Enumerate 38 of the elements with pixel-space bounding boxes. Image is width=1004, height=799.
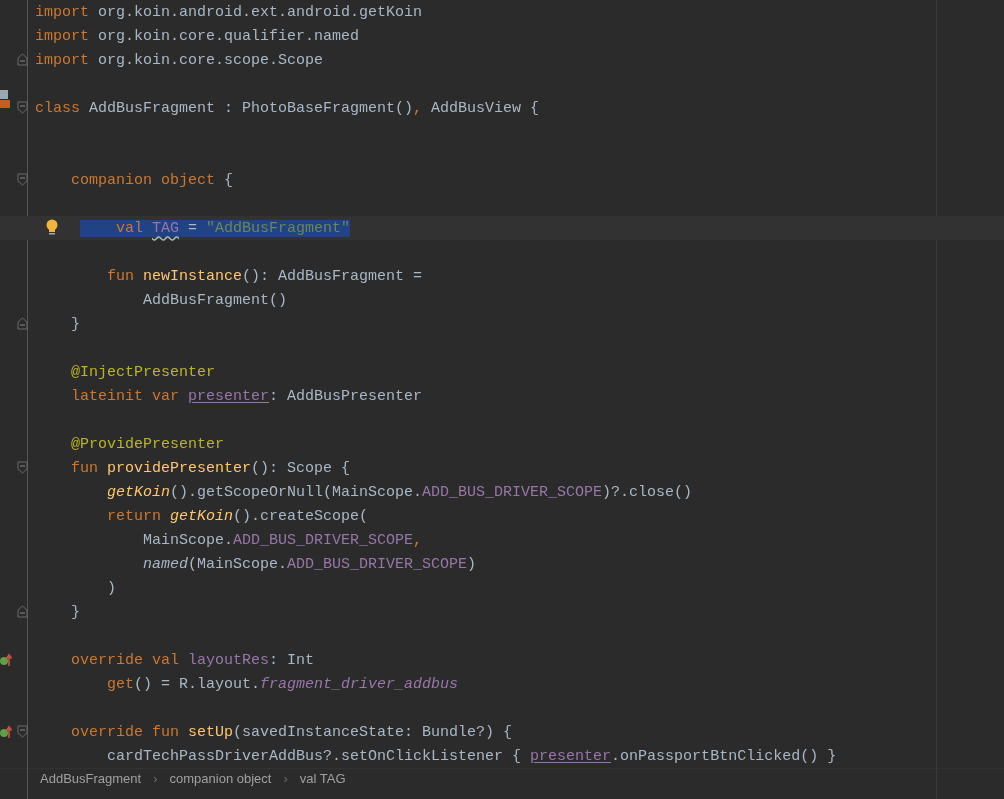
- code-line: get() = R.layout.fragment_driver_addbus: [106, 676, 459, 692]
- code-line: ): [106, 580, 116, 596]
- breadcrumb-item[interactable]: val TAG: [299, 769, 346, 789]
- breadcrumb-item[interactable]: AddBusFragment: [40, 769, 142, 789]
- code-line: MainScope.ADD_BUS_DRIVER_SCOPE,: [142, 532, 423, 548]
- fold-icon[interactable]: [17, 173, 28, 186]
- code-line: AddBusFragment(): [142, 292, 288, 308]
- fold-icon[interactable]: [17, 317, 28, 330]
- code-line: @ProvidePresenter: [70, 436, 225, 452]
- fold-icon[interactable]: [17, 605, 28, 618]
- code-line: lateinit var presenter: AddBusPresenter: [70, 388, 423, 404]
- code-line: import org.koin.core.qualifier.named: [35, 28, 360, 44]
- code-line: class AddBusFragment : PhotoBaseFragment(), AddBusView {: [35, 100, 540, 116]
- code-line: }: [70, 604, 80, 620]
- code-line: }: [70, 316, 80, 332]
- code-line: fun providePresenter(): Scope {: [70, 460, 351, 476]
- code-line: import org.koin.android.ext.android.getKoin: [35, 4, 423, 20]
- code-line: named(MainScope.ADD_BUS_DRIVER_SCOPE): [142, 556, 477, 572]
- code-line: cardTechPassDriverAddBus?.setOnClickListener { presenter.onPassportBtnClicked() }: [106, 748, 837, 764]
- code-line: override val layoutRes: Int: [70, 652, 315, 668]
- lightbulb-icon[interactable]: [46, 219, 58, 236]
- code-line: @InjectPresenter: [70, 364, 216, 380]
- override-icon[interactable]: [0, 725, 12, 739]
- code-line: return getKoin().createScope(: [106, 508, 369, 524]
- code-line: import org.koin.core.scope.Scope: [35, 52, 324, 68]
- fold-icon[interactable]: [17, 725, 28, 738]
- fold-icon[interactable]: [17, 53, 28, 66]
- code-line: getKoin().getScopeOrNull(MainScope.ADD_BUS_DRIVER_SCOPE)?.close(): [106, 484, 693, 500]
- code-line: override fun setUp(savedInstanceState: Bundle?) {: [70, 724, 513, 740]
- code-line: fun newInstance(): AddBusFragment =: [106, 268, 423, 284]
- fold-icon[interactable]: [17, 461, 28, 474]
- code-line: companion object {: [70, 172, 234, 188]
- override-icon[interactable]: [0, 653, 12, 667]
- separator-icon: ›: [283, 769, 288, 789]
- fold-icon[interactable]: [17, 101, 28, 114]
- implementation-icon[interactable]: [0, 90, 10, 108]
- breadcrumb-item[interactable]: companion object: [169, 769, 272, 789]
- separator-icon: ›: [153, 769, 158, 789]
